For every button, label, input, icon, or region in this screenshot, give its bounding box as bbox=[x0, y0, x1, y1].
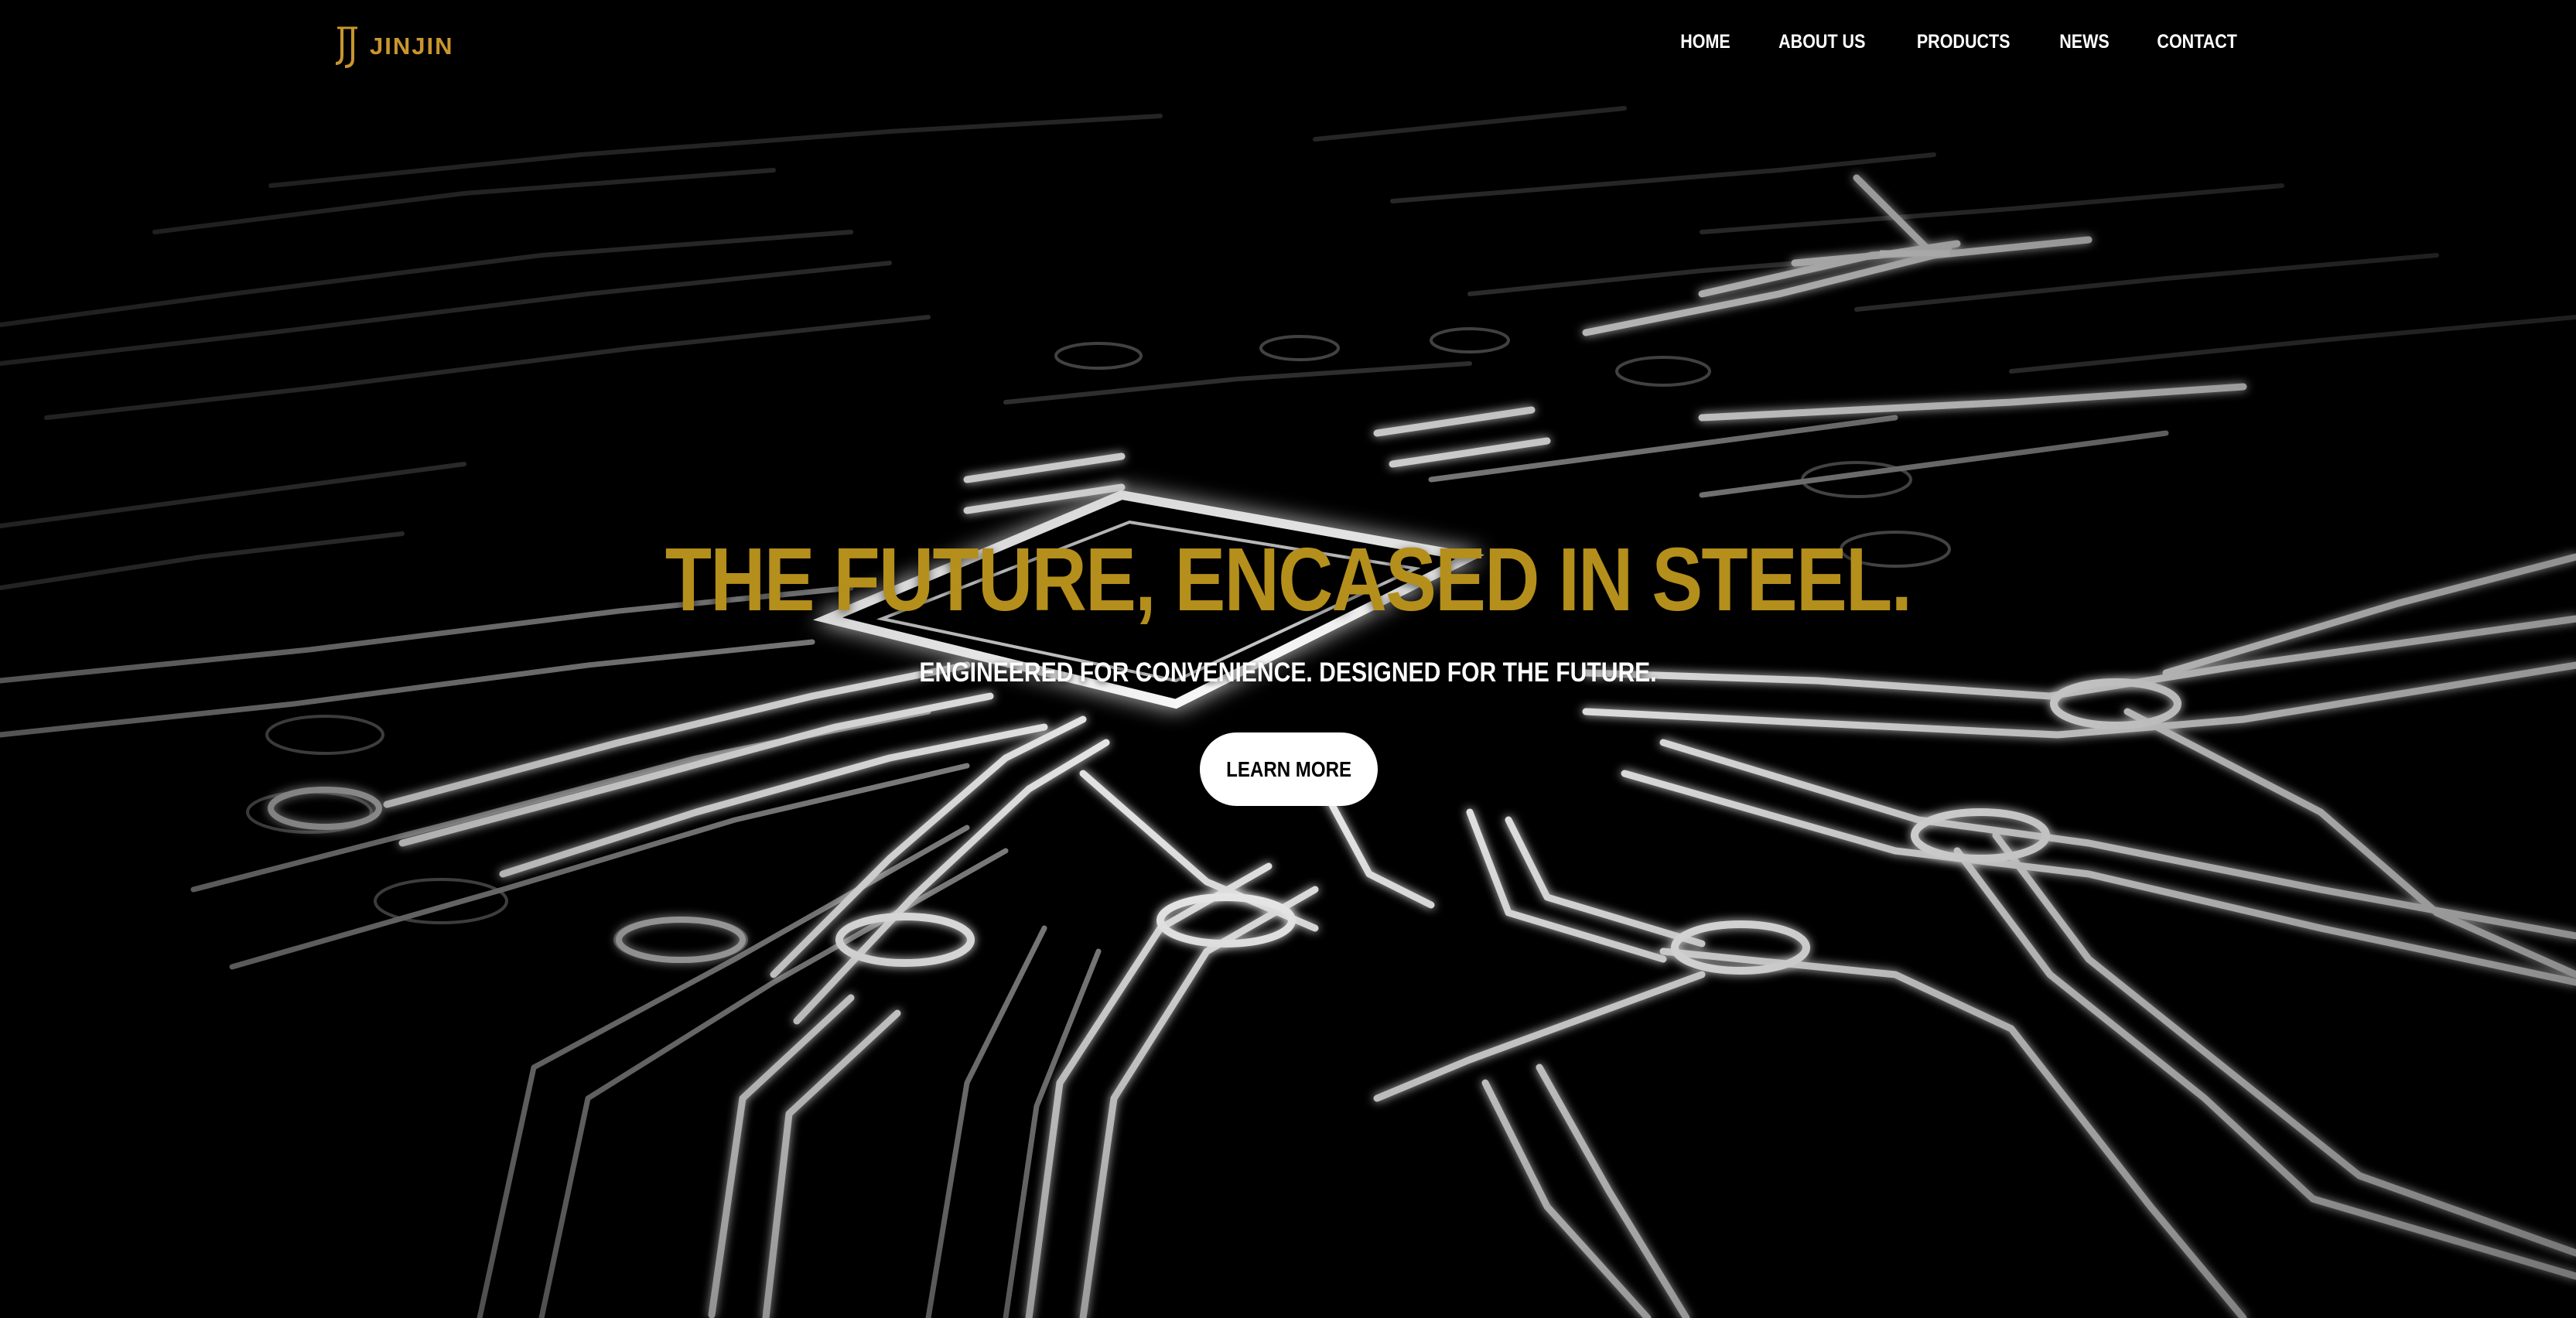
learn-more-button[interactable]: LEARN MORE bbox=[1200, 732, 1378, 806]
nav-item-products[interactable]: PRODUCTS bbox=[1917, 31, 2011, 53]
nav-item-news[interactable]: NEWS bbox=[2059, 31, 2110, 53]
jj-monogram-icon bbox=[335, 26, 357, 68]
page: JINJIN HOME ABOUT US PRODUCTS NEWS CONTA… bbox=[0, 0, 2576, 1318]
hero-subtitle: ENGINEERED FOR CONVENIENCE. DESIGNED FOR… bbox=[919, 657, 1657, 688]
nav-item-about-us[interactable]: ABOUT US bbox=[1778, 31, 1865, 53]
site-header: JINJIN HOME ABOUT US PRODUCTS NEWS CONTA… bbox=[0, 0, 2576, 93]
main-nav: HOME ABOUT US PRODUCTS NEWS CONTACT bbox=[1676, 31, 2243, 53]
hero-title: THE FUTURE, ENCASED IN STEEL. bbox=[664, 529, 1912, 630]
nav-item-contact[interactable]: CONTACT bbox=[2157, 31, 2237, 53]
logo-link[interactable]: JINJIN bbox=[334, 23, 453, 70]
learn-more-label: LEARN MORE bbox=[1226, 756, 1351, 781]
logo-text: JINJIN bbox=[370, 32, 454, 60]
nav-item-home[interactable]: HOME bbox=[1680, 31, 1730, 53]
